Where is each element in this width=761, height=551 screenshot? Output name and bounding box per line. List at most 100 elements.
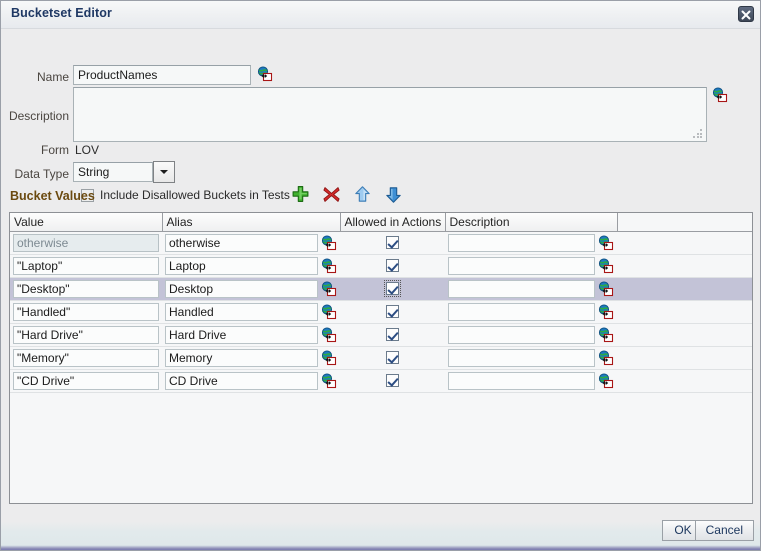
alias-input[interactable] (165, 279, 318, 298)
cell-filler (617, 300, 752, 324)
alias-picker-globe-icon[interactable] (321, 280, 337, 297)
description-textarea[interactable] (73, 87, 707, 142)
move-down-button[interactable] (384, 185, 403, 204)
allowed-in-actions-checkbox[interactable] (386, 259, 399, 272)
cell-filler (617, 277, 752, 301)
alias-picker-globe-icon[interactable] (321, 303, 337, 320)
description-picker-globe-icon[interactable] (598, 303, 614, 320)
column-header-value[interactable]: Value (10, 213, 163, 232)
cell-alias (162, 231, 340, 255)
close-icon[interactable] (738, 6, 754, 22)
cell-allowed-in-actions (340, 231, 445, 255)
cell-alias (162, 300, 340, 324)
include-disallowed-label: Include Disallowed Buckets in Tests (100, 188, 290, 202)
description-picker-globe-icon[interactable] (598, 372, 614, 389)
column-header-description[interactable]: Description (445, 213, 618, 232)
bucketset-editor-dialog: Bucketset Editor Name Description (0, 0, 761, 551)
bucket-values-table-container: Value Alias Allowed in Actions Descripti… (9, 212, 753, 504)
chevron-down-icon (160, 170, 168, 174)
alias-input[interactable] (165, 233, 318, 252)
cell-alias (162, 277, 340, 301)
alias-picker-globe-icon[interactable] (321, 257, 337, 274)
value-input[interactable] (13, 233, 159, 252)
dialog-titlebar: Bucketset Editor (1, 1, 760, 29)
table-row[interactable] (10, 369, 752, 393)
form-label: Form (41, 143, 69, 157)
description-input[interactable] (448, 371, 595, 390)
description-input[interactable] (448, 302, 595, 321)
table-body (10, 231, 752, 393)
value-input[interactable] (13, 302, 159, 321)
value-input[interactable] (13, 348, 159, 367)
bucket-values-table: Value Alias Allowed in Actions Descripti… (10, 213, 752, 393)
cell-allowed-in-actions (340, 323, 445, 347)
description-picker-globe-icon[interactable] (598, 326, 614, 343)
cell-description (445, 346, 617, 370)
alias-picker-globe-icon[interactable] (321, 372, 337, 389)
table-row[interactable] (10, 346, 752, 370)
table-row[interactable] (10, 231, 752, 255)
dialog-footer: OK Cancel (1, 510, 760, 550)
value-input[interactable] (13, 279, 159, 298)
cell-filler (617, 323, 752, 347)
delete-bucket-button[interactable] (322, 185, 341, 204)
alias-input[interactable] (165, 256, 318, 275)
alias-picker-globe-icon[interactable] (321, 326, 337, 343)
name-input[interactable] (73, 65, 251, 85)
description-input[interactable] (448, 348, 595, 367)
include-disallowed-checkbox-row[interactable]: Include Disallowed Buckets in Tests (81, 188, 290, 202)
dialog-title: Bucketset Editor (11, 6, 112, 20)
cell-description (445, 300, 617, 324)
form-area: Name Description Form LOV Data Type Str (1, 29, 760, 202)
alias-input[interactable] (165, 371, 318, 390)
cell-description (445, 231, 617, 255)
add-bucket-button[interactable] (291, 185, 310, 204)
description-picker-globe-icon[interactable] (598, 280, 614, 297)
description-input[interactable] (448, 233, 595, 252)
description-picker-globe-icon[interactable] (598, 349, 614, 366)
table-header-row: Value Alias Allowed in Actions Descripti… (10, 213, 752, 232)
name-label: Name (36, 70, 69, 84)
move-up-button[interactable] (353, 185, 372, 204)
description-input[interactable] (448, 279, 595, 298)
bucket-values-toolbar (291, 185, 403, 204)
data-type-value: String (78, 165, 110, 179)
table-row[interactable] (10, 300, 752, 324)
cancel-button[interactable]: Cancel (694, 520, 754, 541)
alias-picker-globe-icon[interactable] (321, 349, 337, 366)
cell-filler (617, 231, 752, 255)
allowed-in-actions-checkbox[interactable] (386, 236, 399, 249)
description-picker-globe-icon[interactable] (598, 234, 614, 251)
table-row[interactable] (10, 323, 752, 347)
value-input[interactable] (13, 256, 159, 275)
cell-alias (162, 323, 340, 347)
alias-input[interactable] (165, 302, 318, 321)
value-input[interactable] (13, 325, 159, 344)
description-input[interactable] (448, 256, 595, 275)
alias-input[interactable] (165, 325, 318, 344)
cell-description (445, 254, 617, 278)
value-input[interactable] (13, 371, 159, 390)
cell-description (445, 277, 617, 301)
allowed-in-actions-checkbox[interactable] (386, 374, 399, 387)
description-input[interactable] (448, 325, 595, 344)
allowed-in-actions-checkbox[interactable] (384, 280, 401, 297)
allowed-in-actions-checkbox[interactable] (386, 305, 399, 318)
name-picker-globe-icon[interactable] (257, 66, 273, 82)
allowed-in-actions-checkbox[interactable] (386, 351, 399, 364)
column-header-allowed[interactable]: Allowed in Actions (340, 213, 446, 232)
alias-input[interactable] (165, 348, 318, 367)
cell-allowed-in-actions (340, 346, 445, 370)
allowed-in-actions-checkbox[interactable] (386, 328, 399, 341)
description-picker-globe-icon[interactable] (712, 87, 728, 103)
cell-alias (162, 369, 340, 393)
data-type-select[interactable]: String (73, 162, 153, 182)
alias-picker-globe-icon[interactable] (321, 234, 337, 251)
column-header-alias[interactable]: Alias (162, 213, 341, 232)
data-type-dropdown-button[interactable] (153, 161, 175, 183)
cell-filler (617, 369, 752, 393)
table-row[interactable] (10, 254, 752, 278)
cell-allowed-in-actions (340, 300, 445, 324)
description-picker-globe-icon[interactable] (598, 257, 614, 274)
table-row[interactable] (10, 277, 752, 301)
